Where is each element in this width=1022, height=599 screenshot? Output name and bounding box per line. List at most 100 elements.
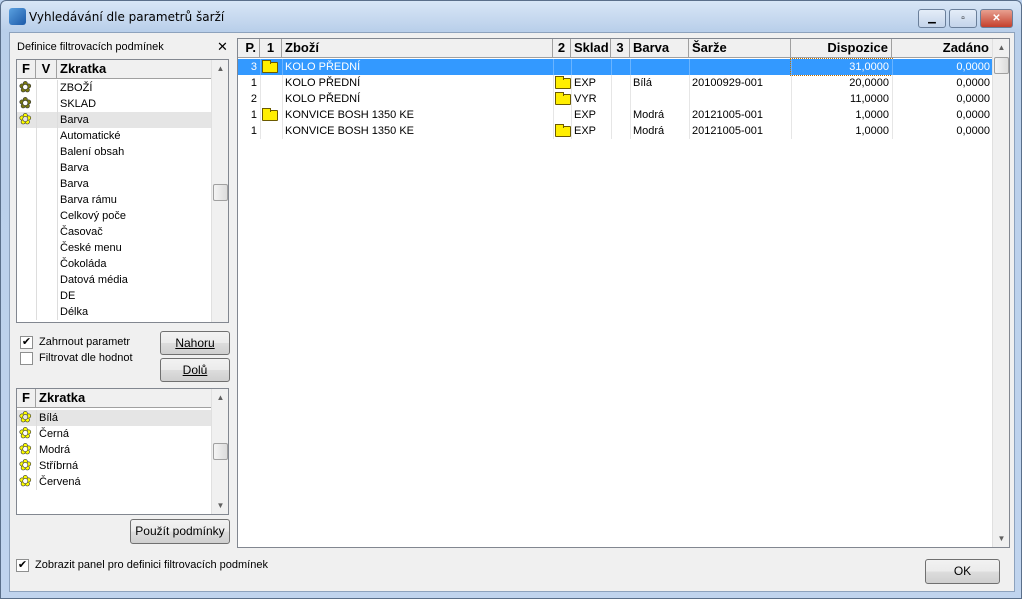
table-row[interactable]: 1 KOLO PŘEDNÍ EXP Bílá 20100929-001 20,0000 0,… <box>238 75 993 91</box>
parameter-grid: F V Zkratka ✿ ZBOŽÍ ✿ SKLAD ✿ Barva Automatick… <box>16 59 229 323</box>
list-item[interactable]: ✿ ZBOŽÍ <box>17 80 212 96</box>
column-header-6[interactable]: Barva <box>630 39 689 58</box>
column-header-f[interactable]: F <box>17 389 36 408</box>
column-header-2[interactable]: Zboží <box>282 39 553 58</box>
column-header-f[interactable]: F <box>17 60 36 79</box>
list-item[interactable]: Balení obsah <box>17 144 212 160</box>
list-item[interactable]: ✿ Stříbrná <box>17 458 212 474</box>
table-row[interactable]: 2 KOLO PŘEDNÍ VYR 11,0000 0,0000 <box>238 91 993 107</box>
table-row[interactable]: 1 KONVICE BOSH 1350 KE EXP Modrá 20121005-00… <box>238 123 993 139</box>
cell-barva: Modrá <box>633 125 665 137</box>
column-header-v[interactable]: V <box>36 60 57 79</box>
divider <box>611 75 612 91</box>
maximize-button[interactable]: ▫ <box>949 9 977 28</box>
cell-barva <box>630 59 689 75</box>
cell-sarze <box>689 91 791 107</box>
cell-sklad <box>571 59 611 75</box>
list-item[interactable]: ✿ Černá <box>17 426 212 442</box>
close-button[interactable]: ✕ <box>980 9 1013 28</box>
column-header-3[interactable]: 2 <box>553 39 571 58</box>
column-header-zkratka[interactable]: Zkratka <box>36 389 212 408</box>
divider <box>36 144 37 160</box>
apply-conditions-button[interactable]: Použít podmínky <box>130 519 230 544</box>
list-item[interactable]: ✿ Barva <box>17 112 212 128</box>
column-header-9[interactable]: Zadáno <box>892 39 993 58</box>
column-header-1[interactable]: 1 <box>260 39 282 58</box>
list-item-label: Barva <box>60 178 89 190</box>
list-item-label: Bílá <box>39 412 58 424</box>
cell-zadano: 0,0000 <box>956 61 990 73</box>
scroll-thumb[interactable] <box>994 57 1009 74</box>
value-grid-scrollbar[interactable]: ▲ ▼ <box>211 389 228 514</box>
list-item-label: ZBOŽÍ <box>60 82 93 94</box>
window-title: Vyhledávání dle parametrů šarží <box>29 10 225 24</box>
list-item[interactable]: Čokoláda <box>17 256 212 272</box>
column-header-0[interactable]: P. <box>238 39 260 58</box>
list-item[interactable]: Časovač <box>17 224 212 240</box>
value-grid: F Zkratka ✿ Bílá ✿ Černá ✿ Modrá ✿ Stříbrná ✿ Čer… <box>16 388 229 515</box>
star-icon: ✿ <box>19 425 32 442</box>
results-grid: P. 1 Zboží 2 Sklad 3 Barva Šarže Dispozice Zadáno… <box>237 38 1010 548</box>
column-header-zkratka[interactable]: Zkratka <box>57 60 212 79</box>
list-item-label: SKLAD <box>60 98 97 110</box>
list-item[interactable]: České menu <box>17 240 212 256</box>
scroll-up-icon[interactable]: ▲ <box>212 60 228 77</box>
list-item-label: Červená <box>39 476 81 488</box>
cell-sklad: EXP <box>574 77 597 89</box>
ok-button[interactable]: OK <box>925 559 1000 584</box>
client-area: Definice filtrovacích podmínek ✕ F V Zkr… <box>9 32 1015 592</box>
star-icon: ✿ <box>19 457 32 474</box>
show-panel-checkbox[interactable]: ✔ <box>16 559 29 572</box>
cell-zadano: 0,0000 <box>956 125 990 137</box>
list-item[interactable]: ✿ Bílá <box>17 410 212 426</box>
scroll-up-icon[interactable]: ▲ <box>993 39 1009 56</box>
list-item[interactable]: DE <box>17 288 212 304</box>
scroll-thumb[interactable] <box>213 443 228 460</box>
scroll-down-icon[interactable]: ▼ <box>993 530 1009 547</box>
close-panel-icon[interactable]: ✕ <box>217 39 228 55</box>
list-item-label: Modrá <box>39 444 71 456</box>
list-item-label: DE <box>60 290 76 302</box>
divider <box>36 160 37 176</box>
list-item[interactable]: Barva <box>17 160 212 176</box>
down-button[interactable]: Dolů <box>160 358 230 382</box>
cell-sklad: VYR <box>574 93 597 105</box>
results-scrollbar[interactable]: ▲ ▼ <box>992 39 1009 547</box>
column-header-8[interactable]: Dispozice <box>791 39 892 58</box>
column-header-7[interactable]: Šarže <box>689 39 791 58</box>
filter-by-values-checkbox[interactable] <box>20 352 33 365</box>
list-item[interactable]: Barva <box>17 176 212 192</box>
column-header-5[interactable]: 3 <box>611 39 630 58</box>
include-param-checkbox[interactable]: ✔ <box>20 336 33 349</box>
cell-p: 1 <box>250 77 257 89</box>
list-item[interactable]: ✿ Červená <box>17 474 212 490</box>
scroll-up-icon[interactable]: ▲ <box>212 389 228 406</box>
filter-by-values-label: Filtrovat dle hodnot <box>39 352 133 364</box>
cell-zbozi: KOLO PŘEDNÍ <box>285 77 361 89</box>
divider <box>36 304 37 320</box>
parameter-grid-scrollbar[interactable]: ▲ <box>211 60 228 322</box>
list-item[interactable]: Datová média <box>17 272 212 288</box>
table-row[interactable]: 3 KOLO PŘEDNÍ 31,0000 0,0000 <box>238 58 993 76</box>
scroll-down-icon[interactable]: ▼ <box>212 497 228 514</box>
up-button[interactable]: Nahoru <box>160 331 230 355</box>
list-item[interactable]: Délka <box>17 304 212 320</box>
cell-barva: Bílá <box>633 77 652 89</box>
scroll-thumb[interactable] <box>213 184 228 201</box>
list-item-label: Časovač <box>60 226 103 238</box>
list-item[interactable]: ✿ SKLAD <box>17 96 212 112</box>
cell-sarze: 20121005-001 <box>692 109 763 121</box>
divider <box>611 59 612 75</box>
minimize-button[interactable]: ▁ <box>918 9 946 28</box>
table-row[interactable]: 1 KONVICE BOSH 1350 KE EXP Modrá 20121005-00… <box>238 107 993 123</box>
list-item[interactable]: ✿ Modrá <box>17 442 212 458</box>
list-item[interactable]: Automatické <box>17 128 212 144</box>
column-header-4[interactable]: Sklad <box>571 39 611 58</box>
folder-icon <box>262 60 278 73</box>
list-item[interactable]: Barva rámu <box>17 192 212 208</box>
list-item-label: Délka <box>60 306 89 318</box>
list-item[interactable]: Celkový poče <box>17 208 212 224</box>
cell-p: 1 <box>250 125 257 137</box>
list-item-label: Barva rámu <box>60 194 117 206</box>
divider <box>553 59 554 75</box>
